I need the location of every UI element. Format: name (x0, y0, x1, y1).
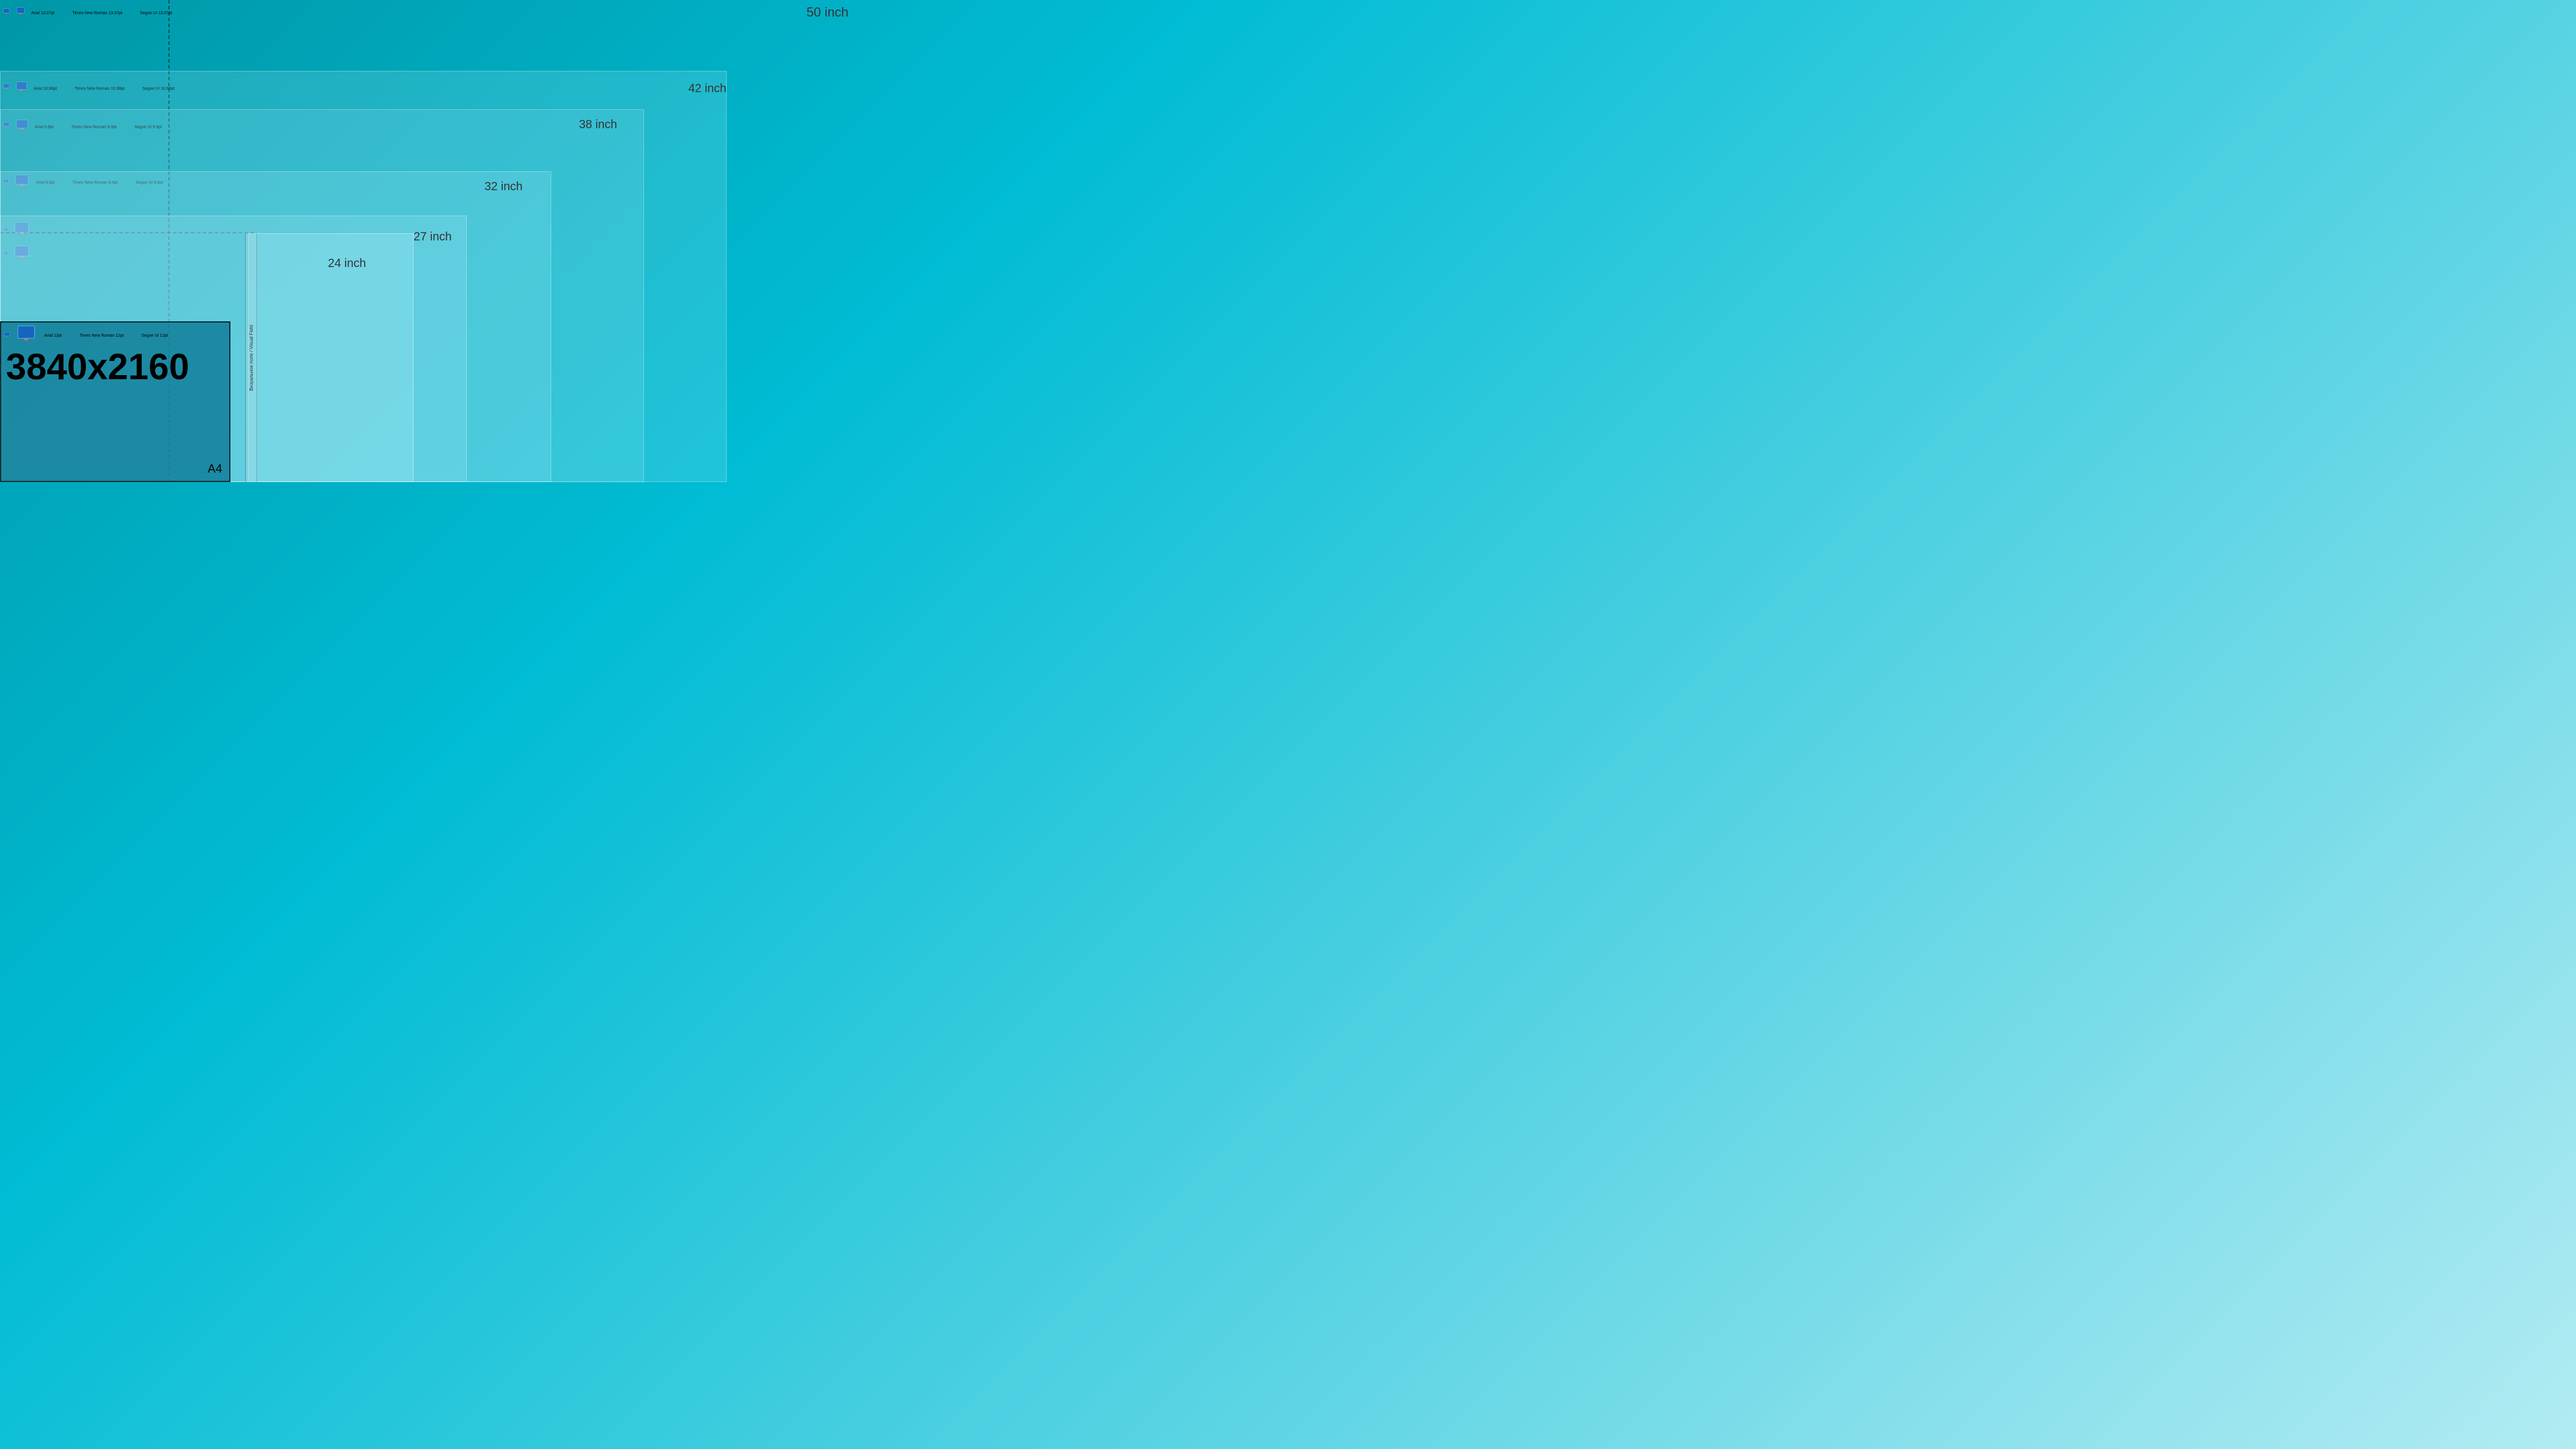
visual-field-bar: Визуальное поле / Visual Field (245, 233, 257, 482)
monitor-small-icon-1b (16, 7, 28, 19)
label-27inch: 27 inch (414, 230, 452, 244)
label-38inch: 38 inch (579, 118, 617, 132)
label-50inch: 50 inch (806, 5, 848, 20)
font-label-segoe: Segoe UI 12pt (141, 334, 168, 338)
monitor-row-1: Arial 13.07pt Times New Roman 13.07pt Se… (3, 7, 172, 19)
screen-box-24 (248, 233, 414, 482)
resolution-display: 3840x2160 (1, 349, 229, 386)
a4-label: A4 (208, 463, 222, 476)
font-labels-main: Arial 12pt Times New Roman 12pt Segoe UI… (44, 334, 168, 338)
monitor-icon-main-large (17, 325, 40, 346)
label-24inch: 24 inch (328, 257, 366, 271)
monitor-small-icon-1a (3, 8, 12, 19)
font-label-times: Times New Roman 12pt (80, 334, 124, 338)
font-sample-row1: Arial 13.07pt Times New Roman 13.07pt Se… (31, 11, 172, 15)
monitor-top-bar: Arial 12pt Times New Roman 12pt Segoe UI… (1, 323, 229, 349)
visual-field-label: Визуальное поле / Visual Field (249, 325, 254, 391)
monitor-icon-main-small (4, 331, 12, 341)
font-label-arial: Arial 12pt (44, 334, 62, 338)
label-32inch: 32 inch (484, 180, 523, 194)
main-monitor-box: Arial 12pt Times New Roman 12pt Segoe UI… (0, 321, 230, 482)
label-42inch: 42 inch (688, 82, 727, 96)
